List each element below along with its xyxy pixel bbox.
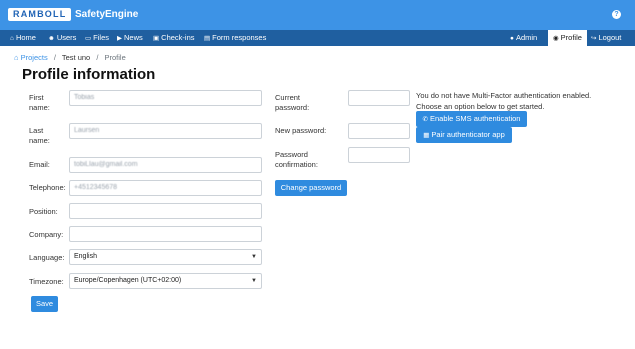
current-password-field[interactable] [348,90,410,106]
nav-checkins[interactable]: ▣ Check-ins [153,30,195,46]
folder-icon: ▭ [85,35,92,42]
chevron-down-icon: ▼ [251,254,257,260]
nav-users-label: Users [56,33,77,42]
help-icon[interactable]: ? [612,10,621,19]
app-brand[interactable]: SafetyEngine [75,8,138,21]
change-password-button[interactable]: Change password [275,180,347,196]
nav-home[interactable]: ⌂ Home [10,30,36,46]
pair-authenticator-label: Pair authenticator app [431,130,505,139]
language-label: Language: [29,253,65,262]
main-nav: ⌂ Home ☻ Users ▭ Files ▶ News ▣ Check-ins ▤ Fo… [0,30,635,46]
nav-home-label: Home [15,33,36,42]
telephone-value: +4512345678 [74,184,118,191]
breadcrumb-project[interactable]: Test uno [62,53,90,62]
enable-sms-label: Enable SMS authentication [429,114,521,123]
timezone-select[interactable]: Europe/Copenhagen (UTC+02:00) ▼ [69,273,262,289]
nav-form-responses[interactable]: ▤ Form responses [204,30,266,46]
nav-logout[interactable]: ↪ Logout [591,30,621,46]
last-name-label: Last name: [29,126,50,145]
breadcrumb-projects[interactable]: Projects [21,53,48,62]
first-name-field[interactable]: Tobias [69,90,262,106]
position-label: Position: [29,207,58,216]
password-confirmation-label: Password confirmation: [275,150,318,169]
breadcrumb-separator: / [96,53,99,62]
nav-profile[interactable]: ◉ Profile [548,30,587,46]
checkin-icon: ▣ [153,35,160,42]
current-password-label: Current password: [275,93,310,112]
document-icon: ▤ [204,35,211,42]
company-field[interactable] [69,226,262,242]
users-icon: ☻ [48,35,55,42]
email-label: Email: [29,160,50,169]
logout-icon: ↪ [591,35,597,42]
password-confirmation-field[interactable] [348,147,410,163]
mfa-notice: You do not have Multi-Factor authenticat… [416,90,616,112]
nav-logout-label: Logout [598,33,622,42]
timezone-label: Timezone: [29,277,64,286]
qr-code-icon: ▦ [423,132,430,139]
email-value: tobiLlau@gmail.com [74,161,138,168]
new-password-label: New password: [275,126,327,135]
nav-files[interactable]: ▭ Files [85,30,109,46]
home-icon: ⌂ [10,35,14,42]
breadcrumb-separator: / [53,53,56,62]
megaphone-icon: ▶ [117,35,122,42]
language-select[interactable]: English ▼ [69,249,262,265]
telephone-field[interactable]: +4512345678 [69,180,262,196]
user-gear-icon: ● [510,35,514,42]
phone-icon: ✆ [422,116,428,123]
projects-home-icon[interactable]: ⌂ [14,53,19,62]
enable-sms-button[interactable]: ✆ Enable SMS authentication [416,111,527,127]
first-name-value: Tobias [74,94,95,101]
page-title: Profile information [22,66,156,83]
position-field[interactable] [69,203,262,219]
pair-authenticator-button[interactable]: ▦ Pair authenticator app [416,127,512,143]
breadcrumb: ⌂ Projects / Test uno / Profile [14,53,126,62]
breadcrumb-current: Profile [104,53,126,62]
chevron-down-icon: ▼ [251,278,257,284]
nav-admin[interactable]: ● Admin [510,30,537,46]
nav-users[interactable]: ☻ Users [48,30,76,46]
nav-news[interactable]: ▶ News [117,30,143,46]
language-value: English [74,253,97,260]
new-password-field[interactable] [348,123,410,139]
nav-files-label: Files [93,33,109,42]
email-field[interactable]: tobiLlau@gmail.com [69,157,262,173]
nav-checkins-label: Check-ins [161,33,195,42]
nav-news-label: News [124,33,143,42]
user-circle-icon: ◉ [553,35,559,42]
last-name-value: Laursen [74,127,100,134]
last-name-field[interactable]: Laursen [69,123,262,139]
timezone-value: Europe/Copenhagen (UTC+02:00) [74,277,182,284]
ramboll-logo[interactable]: RAMBOLL [8,8,72,21]
telephone-label: Telephone: [29,183,66,192]
first-name-label: First name: [29,93,50,112]
nav-form-responses-label: Form responses [212,33,267,42]
mfa-notice-line-1: You do not have Multi-Factor authenticat… [416,91,592,100]
nav-profile-label: Profile [560,33,582,42]
nav-admin-label: Admin [515,33,538,42]
company-label: Company: [29,230,64,239]
save-button[interactable]: Save [31,296,58,312]
top-header: RAMBOLL SafetyEngine ? [0,0,635,30]
